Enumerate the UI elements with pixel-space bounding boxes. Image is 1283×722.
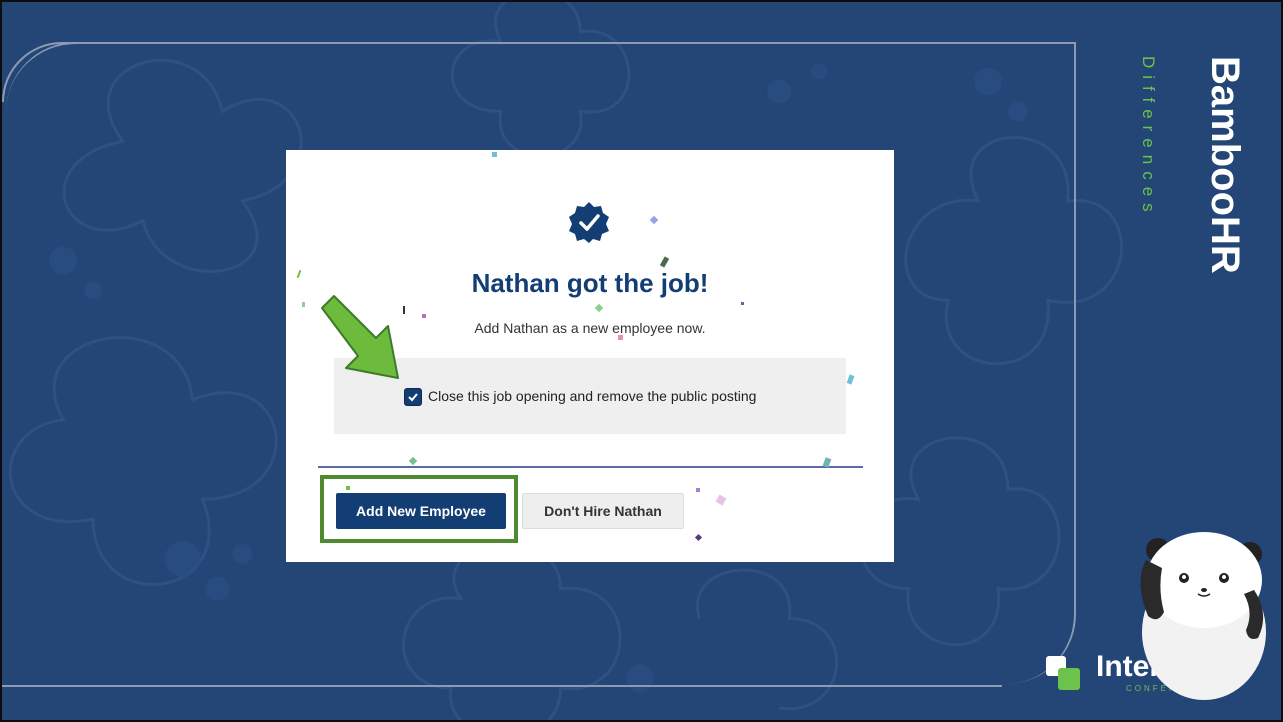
divider bbox=[318, 466, 863, 468]
confetti bbox=[694, 533, 703, 542]
dont-hire-button[interactable]: Don't Hire Nathan bbox=[522, 493, 684, 529]
close-job-checkbox[interactable] bbox=[404, 388, 422, 406]
close-job-option: Close this job opening and remove the pu… bbox=[334, 358, 846, 434]
close-job-label[interactable]: Close this job opening and remove the pu… bbox=[428, 388, 756, 404]
confetti bbox=[618, 335, 623, 340]
button-highlight bbox=[320, 475, 518, 543]
confetti bbox=[715, 494, 727, 506]
confetti bbox=[659, 256, 670, 268]
confetti bbox=[422, 314, 426, 318]
confetti bbox=[649, 215, 659, 225]
confetti bbox=[846, 374, 855, 385]
logo-mark-icon bbox=[1046, 656, 1080, 690]
check-icon bbox=[408, 393, 418, 402]
check-badge-icon bbox=[569, 202, 609, 243]
confetti bbox=[408, 456, 418, 466]
pointer-arrow-icon bbox=[321, 295, 399, 379]
slide: BambooHR Differences Nathan got the job!… bbox=[0, 0, 1283, 722]
slide-frame-bottom bbox=[2, 685, 1002, 687]
slide-title: BambooHR bbox=[1203, 56, 1247, 274]
confetti bbox=[696, 488, 700, 492]
confetti bbox=[492, 152, 497, 157]
slide-subtitle: Differences bbox=[1139, 56, 1158, 219]
confetti bbox=[741, 302, 744, 305]
confetti bbox=[302, 302, 305, 307]
panda-mascot-icon bbox=[1140, 532, 1266, 700]
confetti bbox=[594, 303, 604, 313]
